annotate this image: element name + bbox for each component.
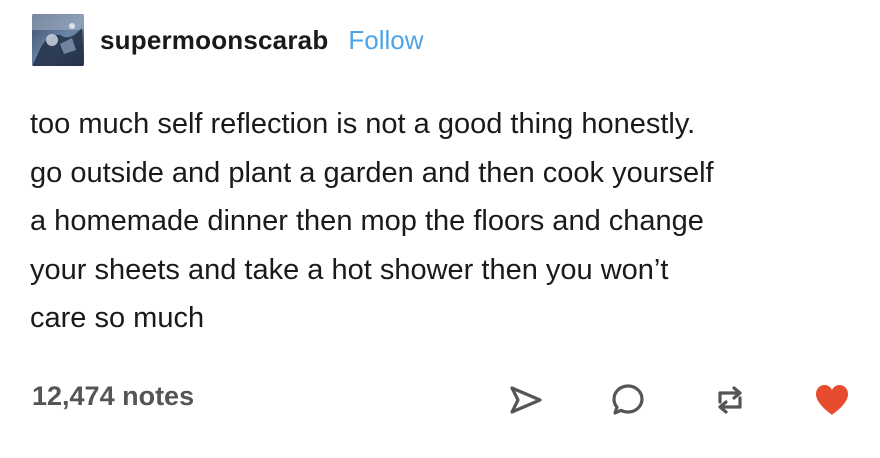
post-footer: 12,474 notes <box>32 380 852 420</box>
avatar[interactable] <box>32 14 84 66</box>
reply-button[interactable] <box>608 380 648 420</box>
post-body-line: too much self reflection is not a good t… <box>30 108 696 140</box>
follow-button[interactable]: Follow <box>348 25 423 56</box>
avatar-image <box>32 14 84 66</box>
post-body-line: your sheets and take a hot shower then y… <box>30 253 669 286</box>
reblog-icon <box>718 386 742 414</box>
heart-icon <box>816 385 848 415</box>
share-arrow-icon <box>510 386 542 414</box>
post-header: supermoonscarab Follow <box>32 14 424 66</box>
post-body: too much self reflection is not a good t… <box>30 100 860 343</box>
post-actions <box>506 380 852 420</box>
post-body-line: a homemade dinner then mop the floors an… <box>30 205 704 237</box>
post-body-line: care so much <box>30 302 205 334</box>
reblog-button[interactable] <box>710 380 750 420</box>
notes-count[interactable]: 12,474 notes <box>32 381 194 412</box>
like-button[interactable] <box>812 380 852 420</box>
tumblr-post: supermoonscarab Follow too much self ref… <box>0 0 880 458</box>
username[interactable]: supermoonscarab <box>100 25 328 56</box>
post-body-line: go outside and plant a garden and then c… <box>30 156 714 189</box>
share-button[interactable] <box>506 380 546 420</box>
reply-bubble-icon <box>612 384 644 415</box>
